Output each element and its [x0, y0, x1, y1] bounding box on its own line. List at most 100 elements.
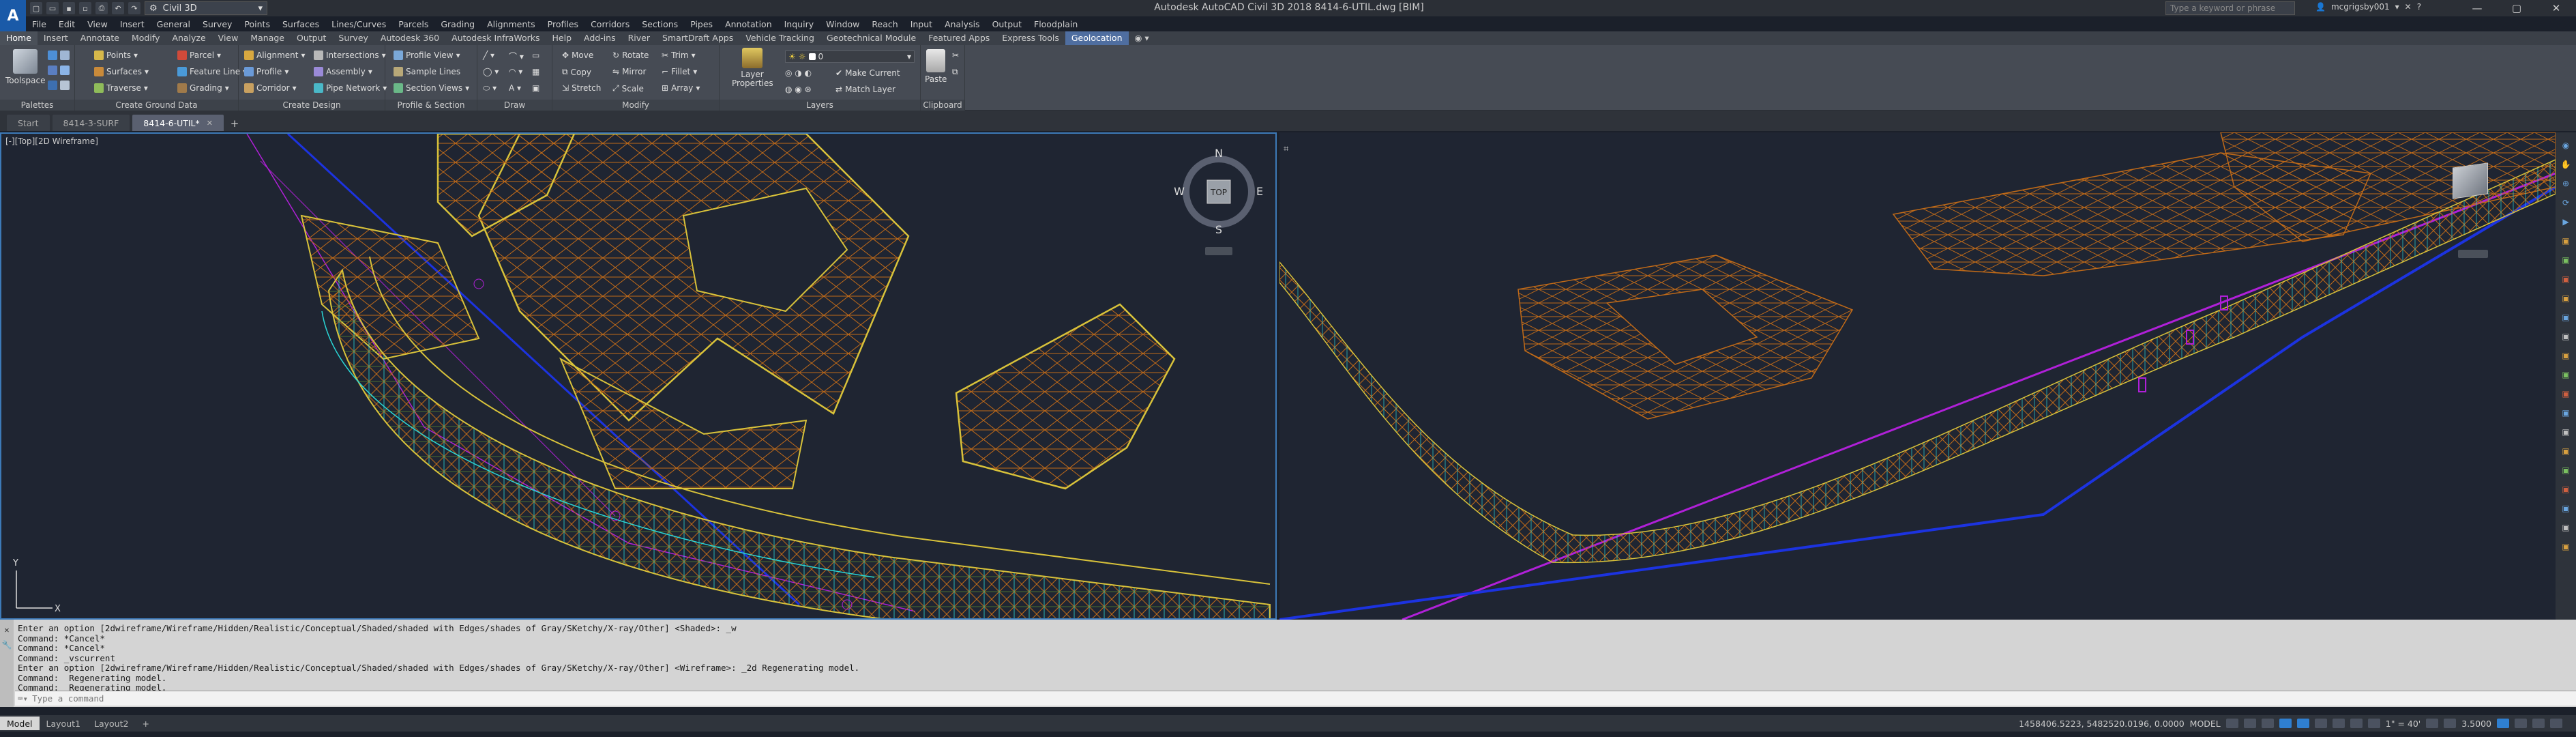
- menu-item[interactable]: Inquiry: [778, 19, 820, 29]
- tab-analyze[interactable]: Analyze: [166, 31, 211, 45]
- fillet-button[interactable]: ⌐ Fillet ▾: [662, 67, 697, 76]
- coordinates-readout[interactable]: 1458406.5223, 5482520.0196, 0.0000: [2019, 719, 2185, 729]
- mirror-button[interactable]: ⇋ Mirror: [612, 67, 646, 76]
- tool-palette-icon[interactable]: ▣: [2562, 427, 2569, 437]
- command-window-handle[interactable]: ✕ 🔧: [0, 620, 14, 707]
- ribbon-options-icon[interactable]: ◉ ▾: [1129, 31, 1155, 45]
- tab-express-tools[interactable]: Express Tools: [996, 31, 1065, 45]
- rotate-button[interactable]: ↻ Rotate: [612, 50, 649, 60]
- annotation-scale[interactable]: 1" = 40': [2386, 719, 2420, 729]
- maximize-icon[interactable]: ▢: [2497, 0, 2536, 16]
- layer-properties-button[interactable]: Layer Properties: [732, 48, 773, 88]
- menu-item[interactable]: Surfaces: [276, 19, 325, 29]
- panel-title[interactable]: Draw: [477, 100, 552, 111]
- orbit-icon[interactable]: ⟳: [2562, 198, 2569, 207]
- palette-icon[interactable]: [60, 81, 70, 90]
- points-button[interactable]: Points ▾: [94, 50, 138, 60]
- layout-tab[interactable]: Layout1: [40, 717, 87, 730]
- full-navigation-wheel-icon[interactable]: ◉: [2562, 141, 2569, 150]
- doc-tab[interactable]: 8414-3-SURF: [52, 115, 130, 131]
- compass-south[interactable]: S: [1215, 223, 1222, 236]
- menu-item[interactable]: Pipes: [684, 19, 719, 29]
- palette-icon[interactable]: [48, 50, 57, 60]
- panel-title[interactable]: Clipboard: [921, 100, 964, 111]
- array-button[interactable]: ⊞ Array ▾: [662, 83, 700, 93]
- undo-icon[interactable]: ↶: [112, 2, 124, 14]
- exchange-icon[interactable]: ✕: [2405, 2, 2412, 12]
- assembly-button[interactable]: Assembly ▾: [314, 67, 372, 76]
- arc-icon[interactable]: ◠ ▾: [509, 67, 522, 76]
- menu-item[interactable]: Lines/Curves: [325, 19, 392, 29]
- panel-title[interactable]: Layers: [720, 100, 920, 111]
- wcs-menu[interactable]: [1205, 247, 1232, 255]
- menu-item[interactable]: View: [81, 19, 114, 29]
- tool-palette-icon[interactable]: ▣: [2562, 255, 2569, 265]
- showmotion-icon[interactable]: ▶: [2562, 217, 2568, 227]
- polyline-icon[interactable]: ⌒ ▾: [509, 50, 524, 62]
- workspace-dropdown[interactable]: ⚙ Civil 3D ▾: [145, 1, 267, 15]
- tab-manage[interactable]: Manage: [244, 31, 291, 45]
- section-views-button[interactable]: Section Views ▾: [394, 83, 469, 93]
- sample-lines-button[interactable]: Sample Lines: [394, 67, 460, 76]
- menu-item[interactable]: Analysis: [938, 19, 986, 29]
- compass-east[interactable]: E: [1256, 185, 1263, 198]
- cut-icon[interactable]: ✂: [952, 50, 959, 60]
- grid-icon[interactable]: [2225, 719, 2238, 728]
- doc-tab[interactable]: Start: [7, 115, 50, 131]
- menu-item[interactable]: Grading: [434, 19, 481, 29]
- save-as-icon[interactable]: ▫: [79, 2, 91, 14]
- tab-geolocation[interactable]: Geolocation: [1065, 31, 1129, 45]
- gear-icon[interactable]: [2426, 719, 2439, 728]
- help-search-input[interactable]: Type a keyword or phrase: [2165, 1, 2295, 15]
- tab-river[interactable]: River: [622, 31, 656, 45]
- copy-clip-icon[interactable]: ⧉: [952, 67, 958, 77]
- clean-screen-icon[interactable]: [2532, 719, 2545, 728]
- tool-palette-icon[interactable]: ▣: [2562, 542, 2569, 551]
- snap-icon[interactable]: [2243, 719, 2256, 728]
- panel-title[interactable]: Create Ground Data: [75, 100, 238, 111]
- annotation-visibility-icon[interactable]: [2367, 719, 2380, 728]
- menu-item[interactable]: General: [151, 19, 196, 29]
- tab-add-ins[interactable]: Add-ins: [578, 31, 622, 45]
- toolspace-button[interactable]: Toolspace: [5, 49, 46, 85]
- panel-title[interactable]: Palettes: [0, 100, 74, 111]
- menu-item[interactable]: Profiles: [542, 19, 584, 29]
- tool-palette-icon[interactable]: ▣: [2562, 465, 2569, 475]
- tool-palette-icon[interactable]: ▣: [2562, 370, 2569, 379]
- open-icon[interactable]: ▭: [46, 2, 59, 14]
- menu-item[interactable]: File: [26, 19, 53, 29]
- compass-north[interactable]: N: [1215, 147, 1223, 160]
- layout-tab[interactable]: Layout2: [87, 717, 135, 730]
- selection-cycling-icon[interactable]: [2350, 719, 2363, 728]
- menu-item[interactable]: Corridors: [584, 19, 636, 29]
- menu-item[interactable]: Alignments: [481, 19, 542, 29]
- new-icon[interactable]: ▢: [30, 2, 42, 14]
- pipe-network-button[interactable]: Pipe Network ▾: [314, 83, 387, 93]
- tool-palette-icon[interactable]: ▣: [2562, 274, 2569, 284]
- menu-item[interactable]: Edit: [53, 19, 81, 29]
- command-prompt-icon[interactable]: ⌨▾: [18, 693, 28, 704]
- pan-icon[interactable]: ✋: [2561, 160, 2571, 169]
- rectangle-icon[interactable]: ▭: [532, 50, 539, 60]
- layout-tab-model[interactable]: Model: [0, 717, 40, 730]
- help-icon[interactable]: ?: [2417, 2, 2421, 12]
- tab-survey[interactable]: Survey: [332, 31, 374, 45]
- tool-palette-icon[interactable]: ▣: [2562, 351, 2569, 360]
- traverse-button[interactable]: Traverse ▾: [94, 83, 148, 93]
- tab-help[interactable]: Help: [546, 31, 578, 45]
- tab-output[interactable]: Output: [291, 31, 332, 45]
- tab-view[interactable]: View: [212, 31, 245, 45]
- zoom-extents-icon[interactable]: ⊕: [2562, 179, 2569, 188]
- menu-item[interactable]: Floodplain: [1028, 19, 1084, 29]
- wcs-menu[interactable]: [2458, 250, 2488, 258]
- add-layout-icon[interactable]: +: [135, 717, 156, 730]
- parcel-button[interactable]: Parcel ▾: [177, 50, 221, 60]
- tool-palette-icon[interactable]: ▣: [2562, 408, 2569, 418]
- customization-icon[interactable]: [2550, 719, 2562, 728]
- hardware-acceleration-icon[interactable]: [2515, 719, 2527, 728]
- menu-item[interactable]: Sections: [636, 19, 684, 29]
- feature-line-button[interactable]: Feature Line ▾: [177, 67, 247, 76]
- user-account[interactable]: 👤 mcgrigsby001 ▾ ✕ ?: [2315, 2, 2421, 12]
- polar-icon[interactable]: [2279, 719, 2292, 728]
- tool-palette-icon[interactable]: ▣: [2562, 313, 2569, 322]
